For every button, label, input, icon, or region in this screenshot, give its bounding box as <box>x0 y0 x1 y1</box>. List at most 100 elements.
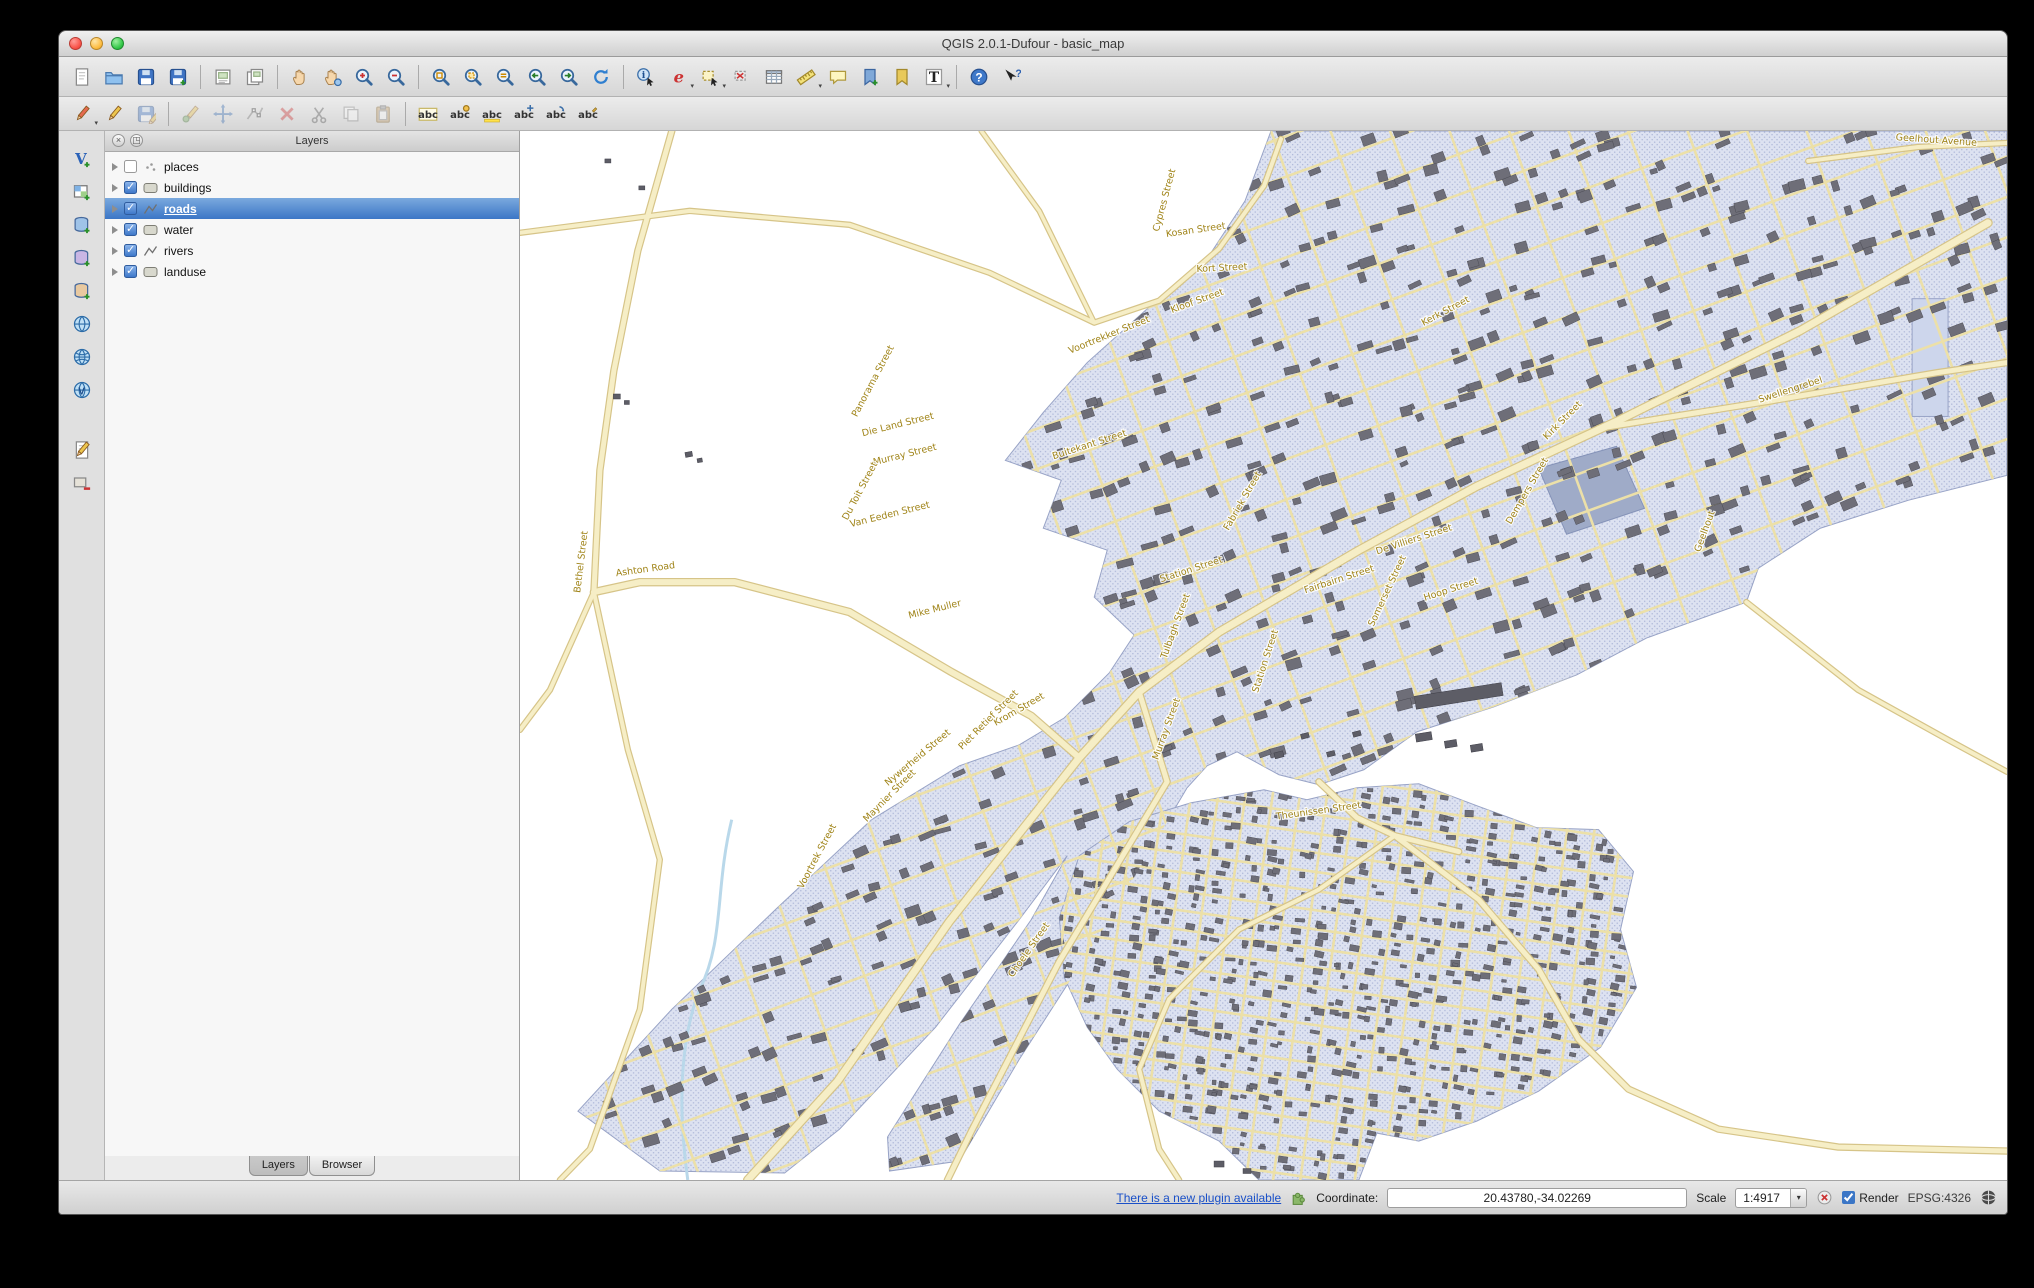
copy-features-button[interactable] <box>336 100 366 128</box>
layer-item-water[interactable]: water <box>105 219 519 240</box>
scale-dropdown-caret[interactable]: ▾ <box>1790 1189 1806 1207</box>
titlebar[interactable]: QGIS 2.0.1-Dufour - basic_map <box>59 31 2007 57</box>
expand-arrow-icon[interactable] <box>112 247 118 255</box>
save-layer-edits-button[interactable] <box>131 100 161 128</box>
composer-manager-button[interactable] <box>240 63 270 91</box>
expand-arrow-icon[interactable] <box>112 268 118 276</box>
show-bookmarks-button[interactable] <box>887 63 917 91</box>
zoom-next-button[interactable] <box>554 63 584 91</box>
zoom-out-button[interactable] <box>381 63 411 91</box>
coordinate-input[interactable] <box>1387 1188 1687 1208</box>
touch-zoom-and-pan-button[interactable] <box>317 63 347 91</box>
paste-features-button[interactable] <box>368 100 398 128</box>
pan-map-button[interactable] <box>285 63 315 91</box>
current-edits-button[interactable]: ▾ <box>67 100 97 128</box>
add-raster-layer-button[interactable] <box>67 178 97 206</box>
node-tool-button[interactable] <box>240 100 270 128</box>
zoom-to-selection-button[interactable] <box>458 63 488 91</box>
layer-item-rivers[interactable]: rivers <box>105 240 519 261</box>
zoom-last-button[interactable] <box>522 63 552 91</box>
move-feature-button[interactable] <box>208 100 238 128</box>
street-label: Panorama Street <box>850 343 897 418</box>
layer-item-places[interactable]: places <box>105 156 519 177</box>
measure-line-button[interactable]: ▾ <box>791 63 821 91</box>
add-mssql-layer-button[interactable] <box>67 277 97 305</box>
open-project-button[interactable] <box>99 63 129 91</box>
pin-labels-button[interactable]: abc <box>445 100 475 128</box>
street-label: Cypres Street <box>1151 167 1178 232</box>
map-tips-button[interactable] <box>823 63 853 91</box>
landuse-visibility-checkbox[interactable] <box>124 265 137 278</box>
rotate-label-button[interactable]: abc <box>541 100 571 128</box>
add-wcs-layer-button[interactable] <box>67 343 97 371</box>
layer-label: water <box>164 223 193 237</box>
save-project-button[interactable] <box>131 63 161 91</box>
plugin-available-link[interactable]: There is a new plugin available <box>1116 1191 1281 1205</box>
layer-item-landuse[interactable]: landuse <box>105 261 519 282</box>
expand-arrow-icon[interactable] <box>112 226 118 234</box>
plugin-puzzle-icon[interactable] <box>1290 1189 1307 1206</box>
water-visibility-checkbox[interactable] <box>124 223 137 236</box>
map-canvas[interactable]: Geelhout AvenueCypres StreetKosan Street… <box>520 131 2007 1180</box>
street-label: Ashton Road <box>615 560 676 579</box>
zoom-plus-icon <box>354 67 374 87</box>
close-window-button[interactable] <box>69 37 82 50</box>
scale-combo[interactable]: 1:4917 ▾ <box>1735 1188 1807 1208</box>
toolbar-separator <box>277 65 278 89</box>
buildings-visibility-checkbox[interactable] <box>124 181 137 194</box>
panel-tab-layers[interactable]: Layers <box>249 1156 308 1176</box>
add-spatialite-layer-button[interactable] <box>67 244 97 272</box>
zoom-full-extent-button[interactable] <box>426 63 456 91</box>
delete-selected-button[interactable] <box>272 100 302 128</box>
dropdown-caret-icon: ▾ <box>946 82 950 90</box>
layer-item-buildings[interactable]: buildings <box>105 177 519 198</box>
whats-this-button[interactable]: ? <box>996 63 1026 91</box>
new-project-button[interactable] <box>67 63 97 91</box>
add-postgis-layer-button[interactable] <box>67 211 97 239</box>
toggle-editing-button[interactable] <box>99 100 129 128</box>
render-checkbox[interactable] <box>1842 1191 1855 1204</box>
add-feature-button[interactable] <box>176 100 206 128</box>
refresh-map-button[interactable] <box>586 63 616 91</box>
open-attribute-table-button[interactable] <box>759 63 789 91</box>
expand-arrow-icon[interactable] <box>112 205 118 213</box>
rivers-visibility-checkbox[interactable] <box>124 244 137 257</box>
highlight-pinned-labels-button[interactable]: abc <box>477 100 507 128</box>
select-features-button[interactable]: ▾ <box>695 63 725 91</box>
help-contents-button[interactable]: ? <box>964 63 994 91</box>
add-wfs-layer-button[interactable]: V <box>67 376 97 404</box>
move-label-button[interactable]: abc <box>509 100 539 128</box>
label-settings-button[interactable]: abc <box>413 100 443 128</box>
panel-close-button[interactable]: × <box>112 134 125 147</box>
expand-arrow-icon[interactable] <box>112 163 118 171</box>
roads-visibility-checkbox[interactable] <box>124 202 137 215</box>
layer-item-roads[interactable]: roads <box>105 198 519 219</box>
remove-layer-button[interactable] <box>67 469 97 497</box>
dropdown-caret-icon: ▾ <box>690 82 694 90</box>
stop-render-icon[interactable] <box>1816 1189 1833 1206</box>
zoom-in-button[interactable] <box>349 63 379 91</box>
panel-detach-button[interactable]: ◳ <box>130 134 143 147</box>
cut-features-button[interactable] <box>304 100 334 128</box>
minimize-window-button[interactable] <box>90 37 103 50</box>
add-wms-layer-button[interactable] <box>67 310 97 338</box>
crs-status-icon[interactable] <box>1980 1189 1997 1206</box>
add-vector-layer-button[interactable]: V <box>67 145 97 173</box>
places-visibility-checkbox[interactable] <box>124 160 137 173</box>
save-project-as-button[interactable] <box>163 63 193 91</box>
zoom-to-layer-button[interactable] <box>490 63 520 91</box>
new-print-composer-button[interactable] <box>208 63 238 91</box>
new-shapefile-layer-button[interactable] <box>67 436 97 464</box>
zoom-window-button[interactable] <box>111 37 124 50</box>
dropdown-caret-icon: ▾ <box>818 82 822 90</box>
panel-tab-browser[interactable]: Browser <box>309 1156 375 1176</box>
run-feature-action-button[interactable]: e▾ <box>663 63 693 91</box>
expand-arrow-icon[interactable] <box>112 184 118 192</box>
polygon-layer-icon <box>142 265 159 279</box>
new-bookmark-button[interactable] <box>855 63 885 91</box>
deselect-features-button[interactable] <box>727 63 757 91</box>
text-annotation-button[interactable]: T▾ <box>919 63 949 91</box>
change-label-properties-button[interactable]: abc <box>573 100 603 128</box>
layer-tree: placesbuildingsroads water riverslanduse <box>105 152 519 1156</box>
identify-features-button[interactable]: i <box>631 63 661 91</box>
